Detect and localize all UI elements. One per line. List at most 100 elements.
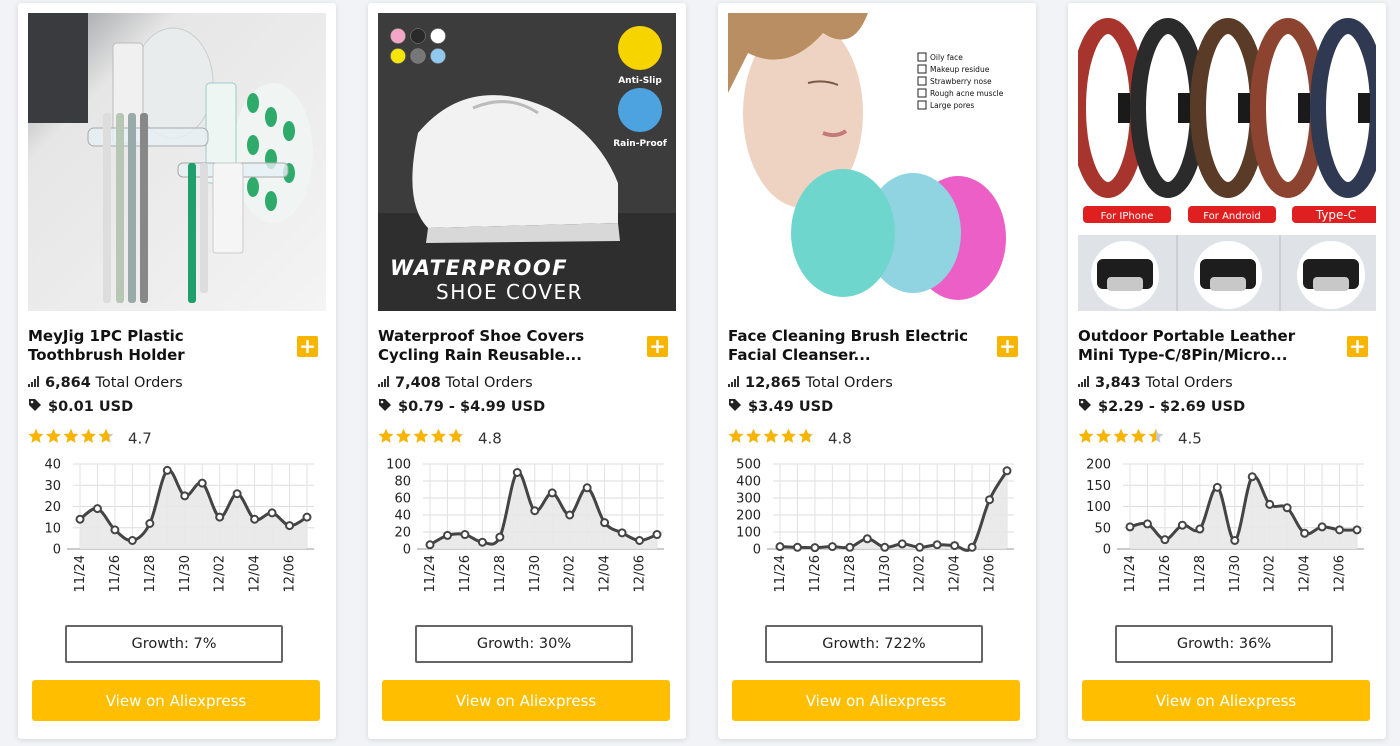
price: $0.01 USD bbox=[28, 397, 133, 417]
product-title[interactable]: Outdoor Portable Leather Mini Type-C/8Pi… bbox=[1078, 327, 1333, 367]
orders-chart: 0 50 100 150 200 11/24 11/26 11/28 11/30 12/02 12/… bbox=[1078, 455, 1368, 609]
view-on-aliexpress-button[interactable]: View on Aliexpress bbox=[1082, 680, 1370, 721]
y-tick-label: 0 bbox=[1103, 543, 1111, 558]
price: $2.29 - $2.69 USD bbox=[1078, 397, 1245, 417]
series-line bbox=[779, 470, 1009, 552]
y-tick-label: 300 bbox=[736, 492, 761, 507]
star-rating bbox=[728, 428, 816, 450]
data-point bbox=[1247, 472, 1257, 482]
y-tick-label: 80 bbox=[394, 475, 411, 490]
data-point bbox=[197, 478, 207, 488]
orders-label: Total Orders bbox=[445, 375, 533, 391]
x-tick-label: 12/04 bbox=[948, 555, 963, 592]
y-tick-label: 50 bbox=[1094, 521, 1111, 536]
x-tick-label: 11/26 bbox=[458, 555, 473, 592]
product-image[interactable] bbox=[28, 13, 326, 311]
checklist-item: Strawberry nose bbox=[930, 77, 992, 86]
star-icon bbox=[46, 428, 61, 443]
star-icon bbox=[1096, 428, 1111, 443]
x-tick-label: 12/06 bbox=[1333, 555, 1348, 592]
data-point bbox=[792, 542, 802, 552]
y-tick-label: 60 bbox=[394, 492, 411, 507]
star-icon bbox=[746, 428, 761, 443]
view-on-aliexpress-button[interactable]: View on Aliexpress bbox=[382, 680, 670, 721]
data-point bbox=[477, 537, 487, 547]
data-point bbox=[127, 536, 137, 545]
orders-label: Total Orders bbox=[95, 375, 183, 391]
data-point bbox=[827, 542, 837, 552]
price: $0.79 - $4.99 USD bbox=[378, 397, 545, 417]
star-icon bbox=[63, 428, 79, 443]
data-point bbox=[547, 488, 557, 498]
data-point bbox=[250, 514, 260, 524]
product-image[interactable]: For IPhone For Android Type-C bbox=[1078, 13, 1376, 311]
y-tick-label: 200 bbox=[736, 509, 761, 524]
star-icon bbox=[763, 428, 779, 443]
star-icon bbox=[81, 428, 96, 443]
x-tick-label: 11/30 bbox=[178, 555, 193, 592]
plug-tag: For Android bbox=[1203, 211, 1260, 222]
add-plus-icon[interactable]: + bbox=[997, 336, 1018, 357]
x-tick-label: 11/24 bbox=[773, 555, 788, 592]
y-tick-label: 400 bbox=[736, 475, 761, 490]
star-icon bbox=[1148, 428, 1164, 443]
signal-bars-icon bbox=[378, 373, 390, 393]
data-point bbox=[775, 542, 785, 552]
data-point bbox=[530, 506, 540, 516]
star-icon bbox=[98, 428, 114, 443]
signal-bars-icon bbox=[728, 373, 740, 393]
product-card: Oily face Makeup residue Strawberry nose Ro… bbox=[718, 3, 1036, 739]
data-point bbox=[1212, 482, 1222, 492]
add-plus-icon[interactable]: + bbox=[1347, 336, 1368, 357]
rating-value: 4.5 bbox=[1178, 429, 1202, 448]
y-tick-label: 100 bbox=[736, 526, 761, 541]
image-caption: WATERPROOF bbox=[390, 256, 568, 280]
product-title[interactable]: Face Cleaning Brush Electric Facial Clea… bbox=[728, 327, 983, 367]
data-point bbox=[582, 483, 592, 493]
add-plus-icon[interactable]: + bbox=[297, 336, 318, 357]
growth-badge: Growth: 36% bbox=[1115, 625, 1333, 663]
data-point bbox=[162, 465, 172, 475]
view-on-aliexpress-button[interactable]: View on Aliexpress bbox=[32, 680, 320, 721]
data-point bbox=[810, 543, 820, 553]
data-point bbox=[92, 504, 102, 514]
product-title[interactable]: MeyJig 1PC Plastic Toothbrush Holder Too… bbox=[28, 327, 283, 367]
data-point bbox=[1195, 524, 1205, 534]
plug-tag: For IPhone bbox=[1101, 211, 1154, 222]
data-point bbox=[145, 519, 155, 528]
orders-label: Total Orders bbox=[1145, 375, 1233, 391]
y-tick-label: 20 bbox=[44, 500, 61, 515]
star-icon bbox=[1078, 428, 1094, 443]
y-tick-label: 40 bbox=[44, 458, 61, 473]
rating-value: 4.8 bbox=[478, 429, 502, 448]
y-tick-label: 0 bbox=[403, 543, 411, 558]
data-point bbox=[1335, 525, 1345, 535]
x-tick-label: 11/28 bbox=[493, 555, 508, 592]
x-tick-label: 11/26 bbox=[1158, 555, 1173, 592]
orders-chart: 0 100 200 300 400 500 11/24 11/26 11/28 11/30 12/0… bbox=[728, 455, 1018, 609]
orders-count: 12,865 bbox=[745, 375, 801, 391]
tags-icon bbox=[378, 397, 393, 417]
star-icon bbox=[781, 428, 796, 443]
signal-bars-icon bbox=[1078, 373, 1090, 393]
x-tick-label: 12/02 bbox=[913, 555, 928, 592]
plug-tag: Type-C bbox=[1315, 208, 1356, 222]
total-orders: 7,408 Total Orders bbox=[378, 373, 533, 393]
product-image[interactable]: Oily face Makeup residue Strawberry nose Ro… bbox=[728, 13, 1026, 311]
product-image[interactable]: Anti-Slip Rain-Proof WATERPROOF SHOE COVER bbox=[378, 13, 676, 311]
add-plus-icon[interactable]: + bbox=[647, 336, 668, 357]
product-card: Anti-Slip Rain-Proof WATERPROOF SHOE COVER … bbox=[368, 3, 686, 739]
data-point bbox=[302, 512, 312, 522]
x-tick-label: 11/24 bbox=[423, 555, 438, 592]
tags-icon bbox=[28, 397, 43, 417]
data-point bbox=[180, 491, 190, 501]
star-rating bbox=[1078, 428, 1166, 450]
x-tick-label: 11/24 bbox=[1123, 555, 1138, 592]
view-on-aliexpress-button[interactable]: View on Aliexpress bbox=[732, 680, 1020, 721]
data-point bbox=[1282, 503, 1292, 513]
star-icon bbox=[396, 428, 411, 443]
x-tick-label: 12/04 bbox=[248, 555, 263, 592]
data-point bbox=[1265, 499, 1275, 509]
product-title[interactable]: Waterproof Shoe Covers Cycling Rain Reus… bbox=[378, 327, 633, 367]
star-icon bbox=[1131, 428, 1146, 443]
